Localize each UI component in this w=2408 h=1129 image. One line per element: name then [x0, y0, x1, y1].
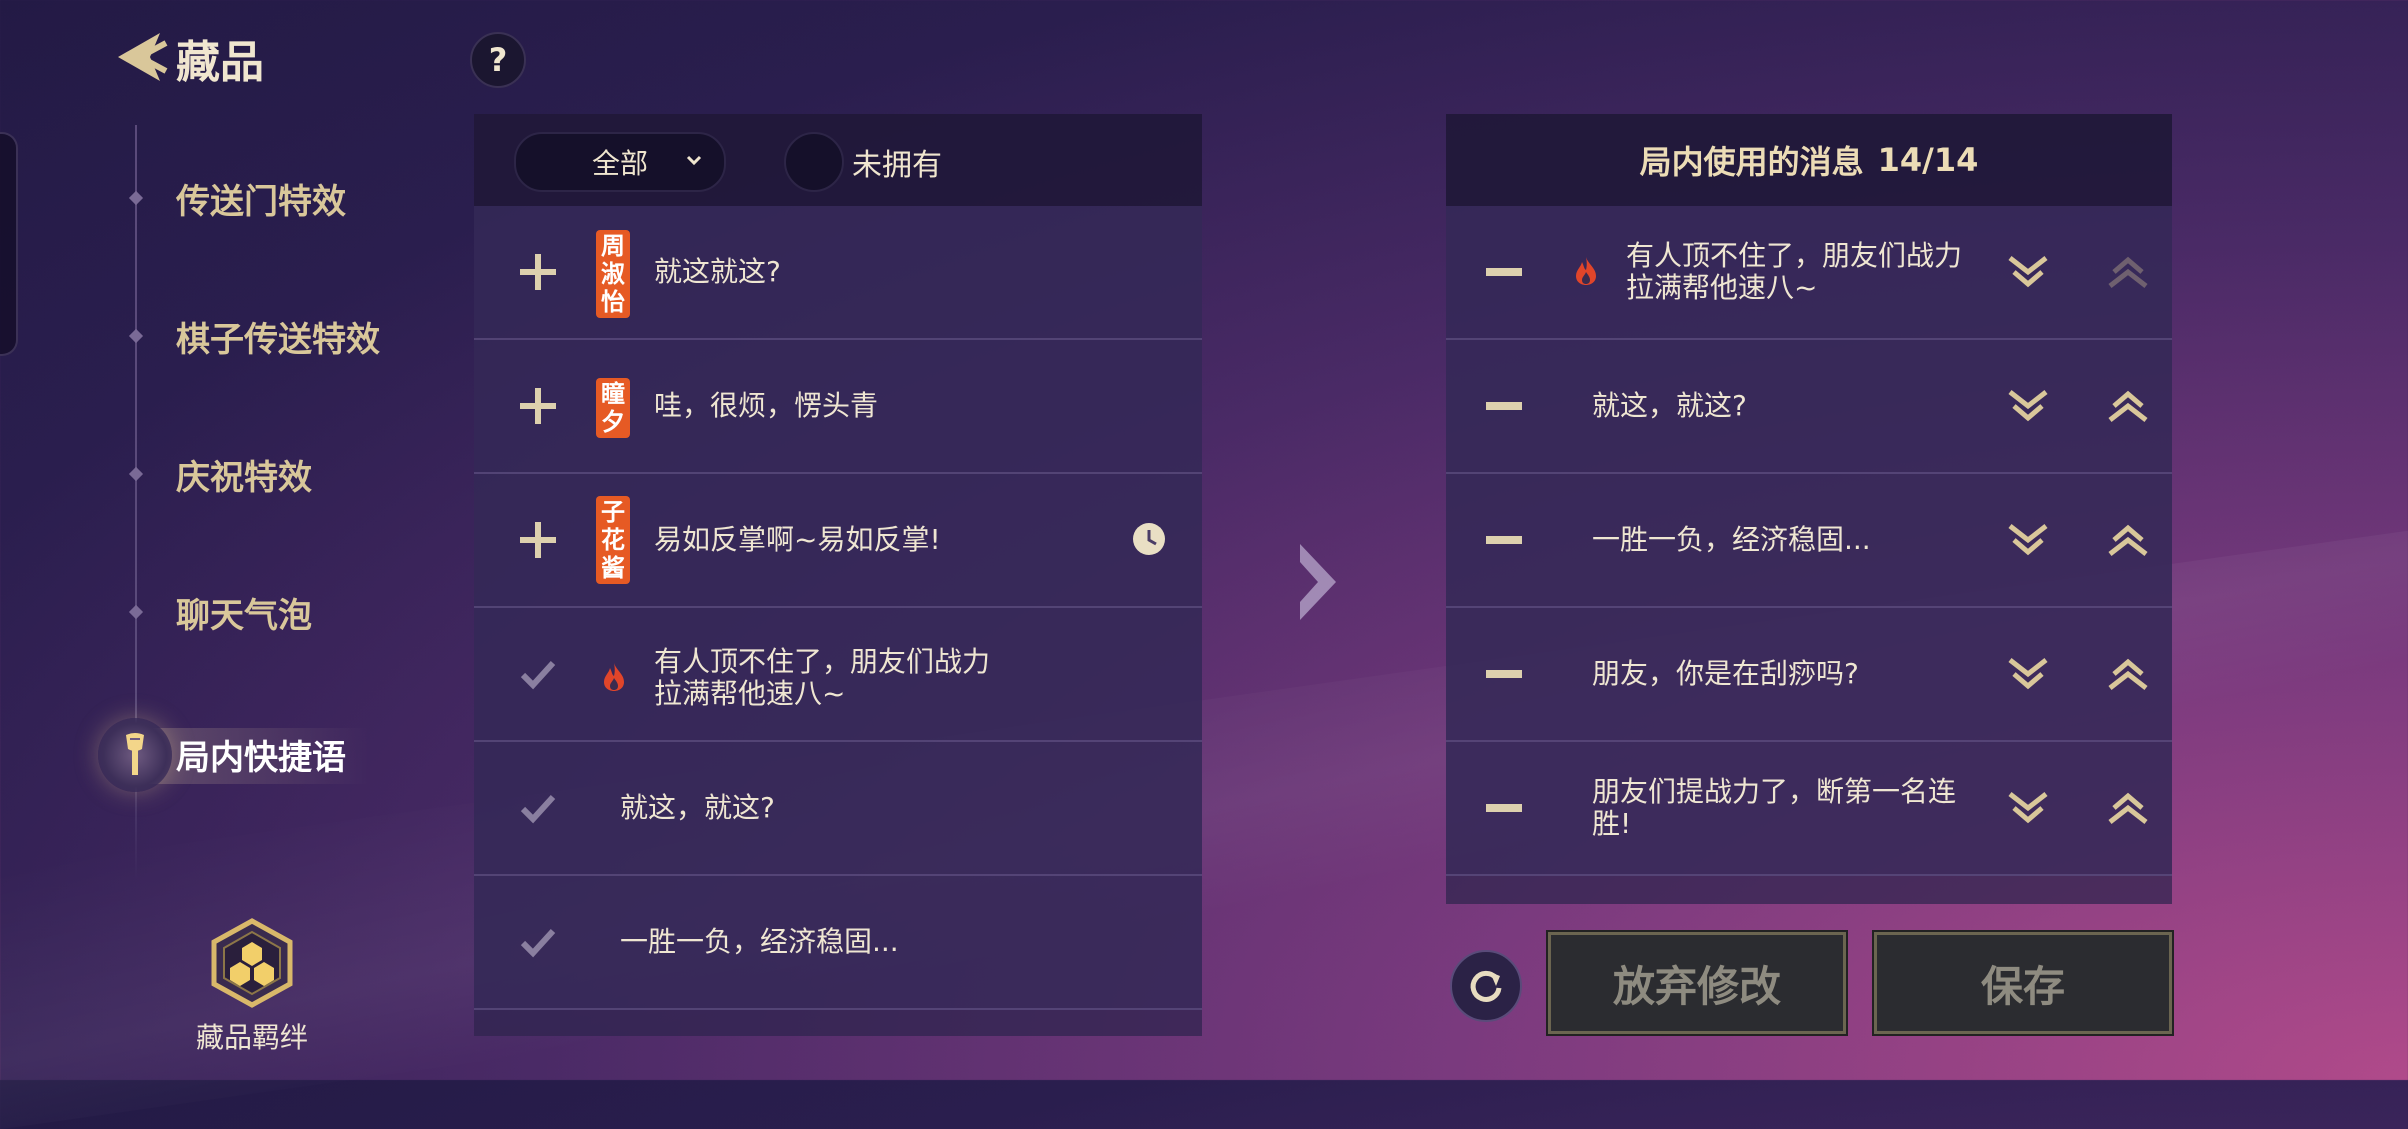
remove-button[interactable] — [1482, 392, 1526, 420]
row-text: 朋友们提战力了，断第一名连胜! — [1592, 775, 1957, 840]
move-down-icon[interactable] — [2006, 522, 2050, 558]
library-row-owned: 一胜一负，经济稳固... — [474, 876, 1202, 1010]
move-down-icon[interactable] — [2006, 790, 2050, 826]
sidebar-item-quick-chat[interactable]: 局内快捷语 — [176, 730, 346, 779]
remove-button[interactable] — [1482, 794, 1526, 822]
sidebar-item-portal-effect[interactable]: 传送门特效 — [128, 168, 346, 228]
quick-chat-library-panel: 全部 未拥有 周淑怡 就这就这? 瞳夕 哇，很烦，愣头青 子花酱 易如反掌啊~易… — [474, 114, 1202, 1036]
row-text: 有人顶不住了，朋友们战力拉满帮他速八~ — [1626, 239, 1963, 304]
page-title: 藏品 — [176, 37, 264, 88]
dropdown-value: 全部 — [591, 147, 648, 180]
check-icon — [520, 660, 556, 690]
owned-check — [510, 646, 566, 702]
sidebar-item-label: 聊天气泡 — [176, 595, 312, 636]
row-text: 就这就这? — [654, 255, 781, 288]
sidebar-item-label: 庆祝特效 — [176, 457, 312, 498]
move-up-icon[interactable] — [2106, 522, 2150, 558]
sidebar-item-chat-bubble[interactable]: 聊天气泡 — [128, 582, 312, 642]
sidebar-item-label: 棋子传送特效 — [176, 319, 380, 360]
equipped-row: 就这，就这? — [1446, 340, 2172, 474]
equipped-messages-panel: 局内使用的消息 14/14 有人顶不住了，朋友们战力拉满帮他速八~ 就这，就这?… — [1446, 114, 2172, 904]
row-text: 有人顶不住了，朋友们战力拉满帮他速八~ — [654, 645, 991, 710]
move-down-icon[interactable] — [2006, 254, 2050, 290]
remove-button[interactable] — [1482, 526, 1526, 554]
nav-dot-icon — [128, 328, 144, 344]
plus-icon — [520, 254, 556, 290]
quick-chat-icon — [98, 718, 172, 792]
equipped-header: 局内使用的消息 14/14 — [1446, 114, 2172, 206]
remove-button[interactable] — [1482, 258, 1526, 286]
row-text: 哇，很烦，愣头青 — [654, 389, 879, 422]
fire-icon — [604, 663, 624, 691]
add-button[interactable] — [510, 244, 566, 300]
minus-icon — [1486, 670, 1522, 678]
move-down-icon[interactable] — [2006, 388, 2050, 424]
nav-dot-icon — [128, 466, 144, 482]
equipped-count: 14/14 — [1877, 141, 1979, 179]
nav-dot-icon — [128, 190, 144, 206]
hexagon-cubes-icon — [211, 918, 293, 1008]
row-text: 一胜一负，经济稳固... — [620, 925, 899, 958]
row-text: 一胜一负，经济稳固... — [1592, 523, 1871, 556]
owned-check — [510, 780, 566, 836]
refresh-icon — [1470, 970, 1502, 1002]
sidebar-item-celebration-effect[interactable]: 庆祝特效 — [128, 444, 312, 504]
library-row: 子花酱 易如反掌啊~易如反掌! — [474, 474, 1202, 608]
minus-icon — [1486, 804, 1522, 812]
add-button[interactable] — [510, 512, 566, 568]
side-drawer-tab[interactable] — [0, 132, 18, 356]
minus-icon — [1486, 268, 1522, 276]
row-text: 就这，就这? — [620, 791, 775, 824]
author-tag: 子花酱 — [596, 496, 630, 584]
move-up-icon[interactable] — [2106, 254, 2150, 290]
move-down-icon[interactable] — [2006, 656, 2050, 692]
equipped-row: 一胜一负，经济稳固... — [1446, 474, 2172, 608]
help-button[interactable]: ? — [470, 32, 526, 88]
sidebar-item-piece-teleport-effect[interactable]: 棋子传送特效 — [128, 306, 380, 366]
move-up-icon[interactable] — [2106, 790, 2150, 826]
equipped-row: 朋友们提战力了，断第一名连胜! — [1446, 742, 2172, 876]
equipped-row: 朋友，你是在刮痧吗? — [1446, 608, 2172, 742]
author-tag: 瞳夕 — [596, 378, 630, 438]
row-text: 就这，就这? — [1592, 389, 1747, 422]
category-dropdown[interactable]: 全部 — [514, 132, 726, 192]
fire-icon — [1576, 257, 1596, 285]
library-row: 瞳夕 哇，很烦，愣头青 — [474, 340, 1202, 474]
check-icon — [520, 794, 556, 824]
clock-icon — [1133, 523, 1165, 555]
author-tag: 周淑怡 — [596, 230, 630, 318]
unowned-filter-label: 未拥有 — [852, 148, 942, 183]
check-icon — [520, 928, 556, 958]
library-row-owned: 就这，就这? — [474, 742, 1202, 876]
collection-bond-button[interactable]: 藏品羁绊 — [196, 918, 308, 1056]
unowned-filter-toggle[interactable] — [784, 132, 844, 192]
discard-changes-button[interactable]: 放弃修改 — [1546, 930, 1848, 1036]
row-text: 朋友，你是在刮痧吗? — [1592, 657, 1859, 690]
equipped-row: 有人顶不住了，朋友们战力拉满帮他速八~ — [1446, 206, 2172, 340]
collection-bond-label: 藏品羁绊 — [196, 1021, 309, 1054]
move-up-icon[interactable] — [2106, 388, 2150, 424]
add-button[interactable] — [510, 378, 566, 434]
library-row: 周淑怡 就这就这? — [474, 206, 1202, 340]
reset-button[interactable] — [1450, 950, 1522, 1022]
chevron-down-icon — [686, 155, 702, 166]
plus-icon — [520, 388, 556, 424]
owned-check — [510, 914, 566, 970]
minus-icon — [1486, 402, 1522, 410]
back-button[interactable] — [108, 28, 170, 86]
sidebar-item-label: 传送门特效 — [176, 181, 346, 222]
transfer-arrow-icon — [1300, 544, 1336, 620]
library-row-owned: 有人顶不住了，朋友们战力拉满帮他速八~ — [474, 608, 1202, 742]
filter-bar: 全部 未拥有 — [474, 114, 1202, 206]
minus-icon — [1486, 536, 1522, 544]
plus-icon — [520, 522, 556, 558]
save-button[interactable]: 保存 — [1872, 930, 2174, 1036]
row-text: 易如反掌啊~易如反掌! — [654, 523, 941, 556]
nav-dot-icon — [128, 604, 144, 620]
move-up-icon[interactable] — [2106, 656, 2150, 692]
remove-button[interactable] — [1482, 660, 1526, 688]
back-arrow-icon — [118, 33, 168, 81]
equipped-title: 局内使用的消息 — [1639, 143, 1864, 181]
